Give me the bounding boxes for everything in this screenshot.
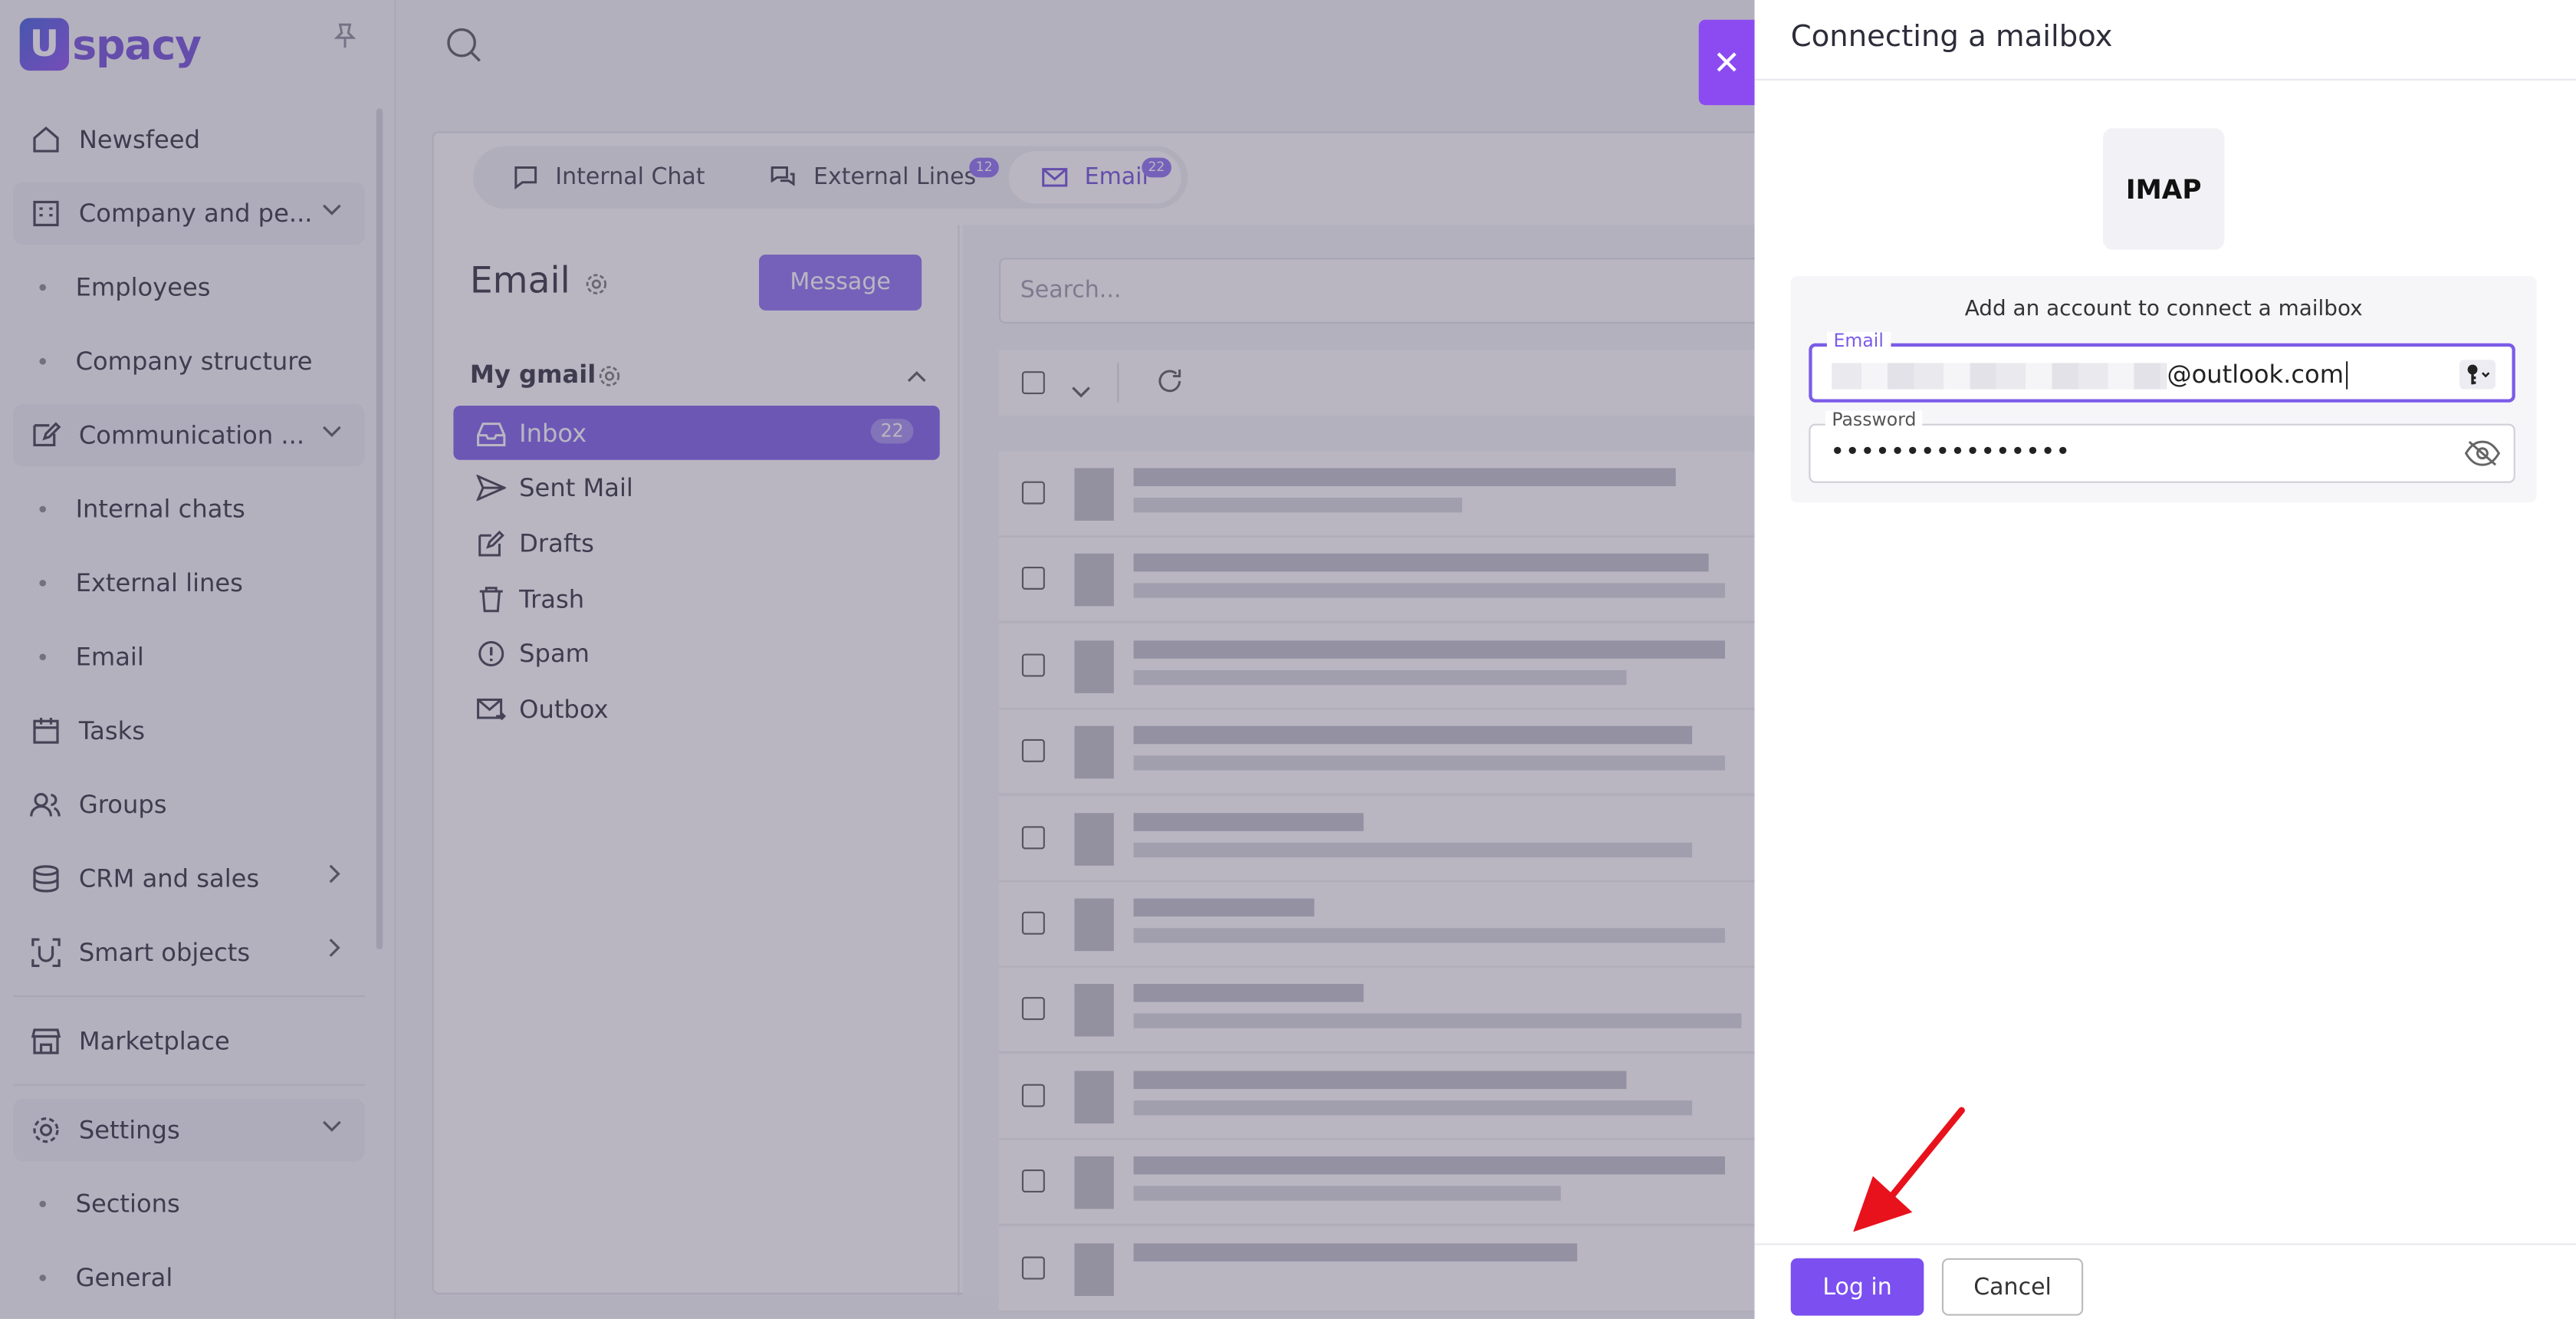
text-caret — [2345, 361, 2348, 390]
imap-provider-tile[interactable]: IMAP — [2102, 128, 2225, 250]
cancel-button[interactable]: Cancel — [1941, 1258, 2084, 1316]
email-field[interactable]: Email @outlook.com — [1809, 331, 2515, 403]
drawer-divider — [1754, 78, 2576, 81]
email-field-label: Email — [1826, 331, 1891, 352]
modal-backdrop[interactable] — [0, 0, 1755, 1319]
password-field-label: Password — [1825, 410, 1924, 431]
app-stage: U spacy Newsfeed Company and pe... Emplo… — [0, 0, 2576, 1319]
close-drawer-button[interactable]: ✕ — [1698, 19, 1755, 106]
annotation-arrow-icon — [1853, 1107, 1965, 1232]
email-field-value: @outlook.com — [1832, 360, 2348, 390]
form-instruction: Add an account to connect a mailbox — [1964, 297, 2363, 322]
key-icon[interactable] — [2459, 360, 2496, 390]
footer-divider — [1754, 1243, 2576, 1245]
close-icon: ✕ — [1713, 42, 1741, 83]
account-form-card: Add an account to connect a mailbox Emai… — [1790, 275, 2537, 503]
eye-off-icon[interactable] — [2464, 439, 2501, 469]
email-domain: @outlook.com — [2167, 360, 2344, 390]
login-button[interactable]: Log in — [1790, 1258, 1924, 1316]
redacted-text — [1832, 362, 2167, 389]
password-field[interactable]: Password •••••••••••••••• — [1809, 410, 2515, 483]
drawer-title: Connecting a mailbox — [1790, 19, 2113, 54]
password-value: •••••••••••••••• — [1830, 436, 2071, 467]
